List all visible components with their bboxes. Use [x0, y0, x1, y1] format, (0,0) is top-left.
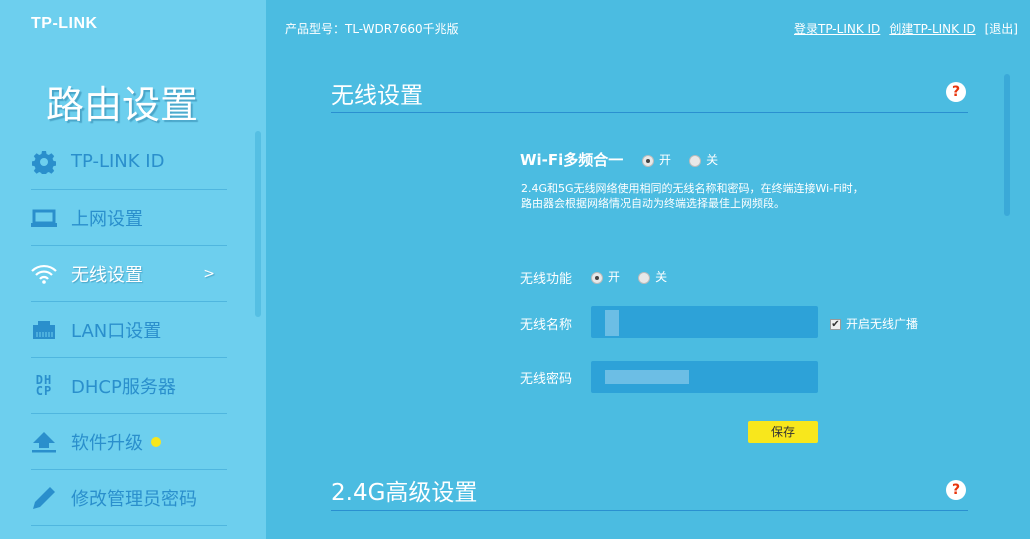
product-model: 产品型号：TL-WDR7660千兆版 [285, 22, 459, 36]
save-button[interactable]: 保存 [748, 421, 818, 443]
sidebar-title: 路由设置 [46, 83, 199, 127]
login-tp-link-id-link[interactable]: 登录TP-LINK ID [794, 20, 880, 37]
radio-label: 开 [608, 270, 621, 284]
radio-label: 开 [659, 153, 672, 167]
wireless-name-label: 无线名称 [520, 318, 573, 333]
update-dot [151, 436, 161, 447]
description-line: 2.4G和5G无线网络使用相同的无线名称和密码，在终端连接Wi-Fi时， [521, 182, 864, 195]
radio-label: 关 [655, 270, 668, 284]
checkbox-checked-icon: ✔ [830, 319, 841, 330]
sidebar-scrollbar[interactable] [255, 131, 261, 317]
chevron-right-icon: > [203, 265, 215, 282]
multiband-label: Wi-Fi多频合一 [520, 149, 623, 170]
wireless-password-input[interactable] [591, 361, 818, 393]
sidebar-item-lan[interactable]: LAN口设置 [31, 302, 227, 358]
sidebar-item-tp-link-id[interactable]: TP-LINK ID [31, 134, 227, 190]
sidebar-item-admin-password[interactable]: 修改管理员密码 [31, 470, 227, 526]
tp-link-logo: TP-LINK [31, 15, 98, 32]
wireless-function-label: 无线功能 [520, 272, 573, 287]
laptop-icon [31, 205, 57, 231]
main-scrollbar[interactable] [1004, 74, 1010, 216]
multiband-on-radio[interactable]: 开 [642, 153, 671, 167]
sidebar-item-dhcp[interactable]: DH CP DHCP服务器 [31, 358, 227, 414]
broadcast-label: 开启无线广播 [846, 317, 919, 331]
header-links: 登录TP-LINK ID 创建TP-LINK ID [退出] [794, 20, 1018, 37]
sidebar-item-label: DHCP服务器 [71, 376, 176, 398]
sidebar-item-label: 修改管理员密码 [71, 488, 197, 510]
sidebar-item-label: LAN口设置 [71, 320, 162, 342]
logout-link[interactable]: [退出] [985, 20, 1018, 37]
sidebar-item-label: 软件升级 [71, 432, 143, 454]
wireless-off-radio[interactable]: 关 [638, 270, 667, 284]
divider [331, 510, 968, 511]
sidebar-item-upgrade[interactable]: 软件升级 [31, 414, 227, 470]
section-title-24g-advanced: 2.4G高级设置 [331, 480, 478, 506]
multiband-radio-group: 开 关 [642, 151, 732, 168]
gear-icon [31, 149, 57, 175]
dhcp-icon: DH CP [31, 373, 57, 399]
sidebar-item-wireless[interactable]: 无线设置 > [31, 246, 227, 302]
help-icon[interactable]: ? [946, 82, 966, 102]
radio-label: 关 [706, 153, 719, 167]
redacted-value [605, 310, 619, 336]
wireless-password-label: 无线密码 [520, 372, 573, 387]
dhcp-icon-text: CP [35, 383, 53, 398]
redacted-value [605, 370, 689, 384]
help-icon[interactable]: ? [946, 480, 966, 500]
multiband-off-radio[interactable]: 关 [689, 153, 718, 167]
wireless-function-radio-group: 开 关 [591, 268, 681, 285]
sidebar-menu: TP-LINK ID 上网设置 无线设置 > LAN口设置 DH CP DHCP服… [31, 134, 227, 526]
pencil-icon [31, 485, 57, 511]
sidebar-item-label: 无线设置 [71, 264, 143, 286]
sidebar-item-internet[interactable]: 上网设置 [31, 190, 227, 246]
description-line: 路由器会根据网络情况自动为终端选择最佳上网频段。 [521, 197, 785, 210]
multiband-label-text: Wi-Fi多频合一 [520, 151, 624, 169]
ethernet-port-icon [31, 317, 57, 343]
sidebar-item-label: 上网设置 [71, 208, 143, 230]
sidebar-item-label: TP-LINK ID [71, 151, 165, 172]
wireless-name-input[interactable] [591, 306, 818, 338]
divider [331, 112, 968, 113]
broadcast-checkbox[interactable]: ✔ 开启无线广播 [830, 315, 918, 332]
upload-icon [31, 429, 57, 455]
multiband-description: 2.4G和5G无线网络使用相同的无线名称和密码，在终端连接Wi-Fi时， 路由器… [521, 181, 864, 211]
create-tp-link-id-link[interactable]: 创建TP-LINK ID [889, 20, 975, 37]
wireless-on-radio[interactable]: 开 [591, 270, 620, 284]
wifi-icon [31, 261, 57, 287]
section-title-wireless: 无线设置 [331, 83, 423, 109]
sidebar: TP-LINK 路由设置 TP-LINK ID 上网设置 无线设置 > LAN口… [0, 0, 266, 539]
